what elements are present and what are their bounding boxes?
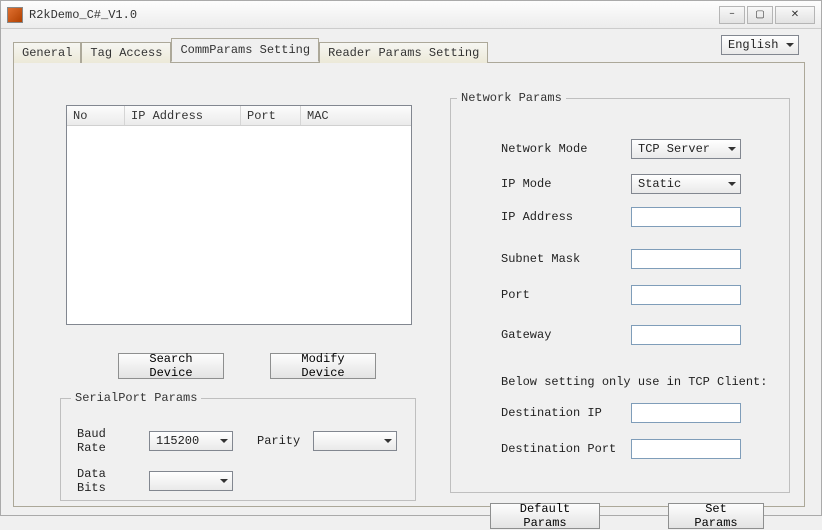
gateway-label: Gateway <box>501 328 631 342</box>
baud-rate-value: 115200 <box>156 434 199 448</box>
network-mode-label: Network Mode <box>501 142 631 156</box>
titlebar: R2kDemo_C#_V1.0 – ▢ ✕ <box>1 1 821 29</box>
destination-ip-label: Destination IP <box>501 406 631 420</box>
tab-commparams-setting[interactable]: CommParams Setting <box>171 38 319 62</box>
tab-general[interactable]: General <box>13 42 81 63</box>
parity-select[interactable] <box>313 431 397 451</box>
minimize-button[interactable]: – <box>719 6 745 24</box>
device-table[interactable]: No IP Address Port MAC <box>66 105 412 325</box>
subnet-mask-input[interactable] <box>631 249 741 269</box>
tabstrip: General Tag Access CommParams Setting Re… <box>13 41 805 63</box>
network-params-group: Network Params Network Mode TCP Server I… <box>450 91 790 493</box>
gateway-input[interactable] <box>631 325 741 345</box>
close-button[interactable]: ✕ <box>775 6 815 24</box>
data-bits-select[interactable] <box>149 471 233 491</box>
app-icon <box>7 7 23 23</box>
port-input[interactable] <box>631 285 741 305</box>
table-header: No IP Address Port MAC <box>67 106 411 126</box>
window-title: R2kDemo_C#_V1.0 <box>29 8 719 22</box>
destination-ip-input[interactable] <box>631 403 741 423</box>
baud-rate-select[interactable]: 115200 <box>149 431 233 451</box>
maximize-button[interactable]: ▢ <box>747 6 773 24</box>
col-mac[interactable]: MAC <box>301 106 411 125</box>
destination-port-label: Destination Port <box>501 442 631 456</box>
network-mode-select[interactable]: TCP Server <box>631 139 741 159</box>
ip-address-label: IP Address <box>501 210 631 224</box>
port-label: Port <box>501 288 631 302</box>
ip-mode-label: IP Mode <box>501 177 631 191</box>
search-device-button[interactable]: Search Device <box>118 353 224 379</box>
col-no[interactable]: No <box>67 106 125 125</box>
col-port[interactable]: Port <box>241 106 301 125</box>
tab-tag-access[interactable]: Tag Access <box>81 42 171 63</box>
ip-mode-value: Static <box>638 177 681 191</box>
data-bits-label: Data Bits <box>77 467 141 495</box>
ip-mode-select[interactable]: Static <box>631 174 741 194</box>
destination-port-input[interactable] <box>631 439 741 459</box>
app-window: R2kDemo_C#_V1.0 – ▢ ✕ English General Ta… <box>0 0 822 516</box>
baud-rate-label: Baud Rate <box>77 427 141 455</box>
tcp-client-note: Below setting only use in TCP Client: <box>501 375 767 389</box>
ip-address-input[interactable] <box>631 207 741 227</box>
network-legend: Network Params <box>457 91 566 105</box>
set-params-button[interactable]: Set Params <box>668 503 764 529</box>
window-controls: – ▢ ✕ <box>719 6 815 24</box>
network-mode-value: TCP Server <box>638 142 710 156</box>
serialport-legend: SerialPort Params <box>71 391 201 405</box>
default-params-button[interactable]: Default Params <box>490 503 600 529</box>
serialport-params-group: SerialPort Params Baud Rate 115200 Parit… <box>60 391 416 501</box>
tab-reader-params-setting[interactable]: Reader Params Setting <box>319 42 488 63</box>
col-ip[interactable]: IP Address <box>125 106 241 125</box>
parity-label: Parity <box>257 434 305 448</box>
tab-panel: No IP Address Port MAC Search Device Mod… <box>13 63 805 507</box>
client-area: English General Tag Access CommParams Se… <box>5 29 817 511</box>
modify-device-button[interactable]: Modify Device <box>270 353 376 379</box>
subnet-mask-label: Subnet Mask <box>501 252 631 266</box>
